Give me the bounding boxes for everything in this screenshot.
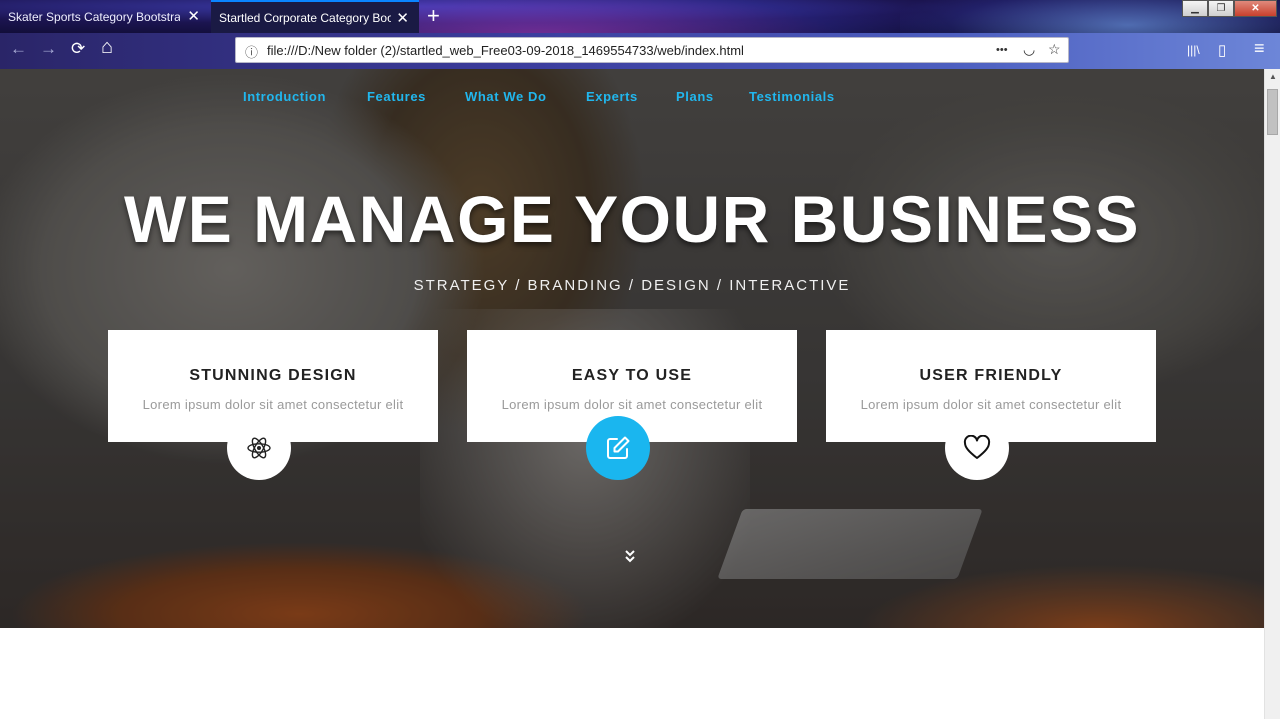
window-controls: ▁ ❐ ✕ bbox=[1182, 0, 1277, 17]
tab-skater-sports[interactable]: Skater Sports Category Bootstrap Re ✕ bbox=[0, 0, 210, 33]
card-text: Lorem ipsum dolor sit amet consectetur e… bbox=[860, 397, 1122, 412]
pocket-icon[interactable]: ◡ bbox=[1023, 41, 1035, 58]
back-arrow-icon[interactable]: ← bbox=[10, 39, 27, 59]
scroll-down-chevron-icon[interactable] bbox=[624, 549, 636, 563]
new-tab-button[interactable]: + bbox=[427, 3, 440, 29]
hero-title: WE MANAGE YOUR BUSINESS bbox=[123, 182, 1141, 256]
scroll-up-arrow-icon[interactable]: ▲ bbox=[1269, 72, 1277, 81]
browser-titlebar: Skater Sports Category Bootstrap Re ✕ St… bbox=[0, 0, 1280, 33]
nav-link-experts[interactable]: Experts bbox=[586, 89, 638, 104]
atom-badge bbox=[227, 416, 291, 480]
close-tab-icon[interactable]: ✕ bbox=[396, 9, 409, 27]
hero-section: Introduction Features What We Do Experts… bbox=[0, 69, 1264, 628]
close-tab-icon[interactable]: ✕ bbox=[187, 7, 200, 25]
library-icon[interactable]: |||\ bbox=[1187, 43, 1200, 57]
hero-subtitle: STRATEGY / BRANDING / DESIGN / INTERACTI… bbox=[413, 277, 851, 294]
minimize-button[interactable]: ▁ bbox=[1182, 0, 1208, 17]
nav-link-introduction[interactable]: Introduction bbox=[243, 89, 326, 104]
nav-link-what-we-do[interactable]: What We Do bbox=[465, 89, 547, 104]
card-title: STUNNING DESIGN bbox=[189, 367, 357, 384]
card-text: Lorem ipsum dolor sit amet consectetur e… bbox=[142, 397, 404, 412]
tab-title: Skater Sports Category Bootstrap Re bbox=[8, 9, 180, 24]
address-bar[interactable]: ⓘ file:///D:/New folder (2)/startled_web… bbox=[235, 37, 1069, 63]
heart-badge bbox=[945, 416, 1009, 480]
url-text[interactable]: file:///D:/New folder (2)/startled_web_F… bbox=[267, 43, 744, 58]
reload-icon[interactable]: ⟳ bbox=[71, 39, 85, 59]
edit-icon bbox=[607, 436, 630, 459]
more-actions-icon[interactable]: ••• bbox=[996, 44, 1008, 56]
heart-icon bbox=[963, 435, 991, 459]
nav-link-features[interactable]: Features bbox=[367, 89, 426, 104]
star-icon[interactable]: ☆ bbox=[1048, 41, 1061, 58]
sidebar-icon[interactable]: ▯ bbox=[1218, 41, 1226, 59]
card-text: Lorem ipsum dolor sit amet consectetur e… bbox=[501, 397, 763, 412]
card-title: EASY TO USE bbox=[571, 367, 693, 384]
atom-icon bbox=[247, 437, 271, 459]
card-title: USER FRIENDLY bbox=[919, 367, 1063, 384]
page-scrollbar[interactable]: ▲ bbox=[1264, 69, 1280, 719]
forward-arrow-icon[interactable]: → bbox=[40, 39, 57, 59]
edit-badge bbox=[586, 416, 650, 480]
restore-button[interactable]: ❐ bbox=[1208, 0, 1234, 17]
nav-link-testimonials[interactable]: Testimonials bbox=[749, 89, 835, 104]
tab-title: Startled Corporate Category Bootstr bbox=[219, 10, 391, 25]
window-close-button[interactable]: ✕ bbox=[1234, 0, 1277, 17]
tab-startled-corporate[interactable]: Startled Corporate Category Bootstr ✕ bbox=[211, 0, 419, 33]
next-section bbox=[0, 628, 1264, 719]
scrollbar-thumb[interactable] bbox=[1267, 89, 1278, 135]
hamburger-menu-icon[interactable]: ≡ bbox=[1254, 38, 1265, 59]
home-icon[interactable]: ⌂ bbox=[101, 36, 113, 59]
nav-link-plans[interactable]: Plans bbox=[676, 89, 714, 104]
info-icon[interactable]: ⓘ bbox=[245, 42, 258, 61]
browser-toolbar: ← → ⟳ ⌂ ⓘ file:///D:/New folder (2)/star… bbox=[0, 33, 1280, 69]
site-navigation: Introduction Features What We Do Experts… bbox=[0, 89, 1264, 109]
